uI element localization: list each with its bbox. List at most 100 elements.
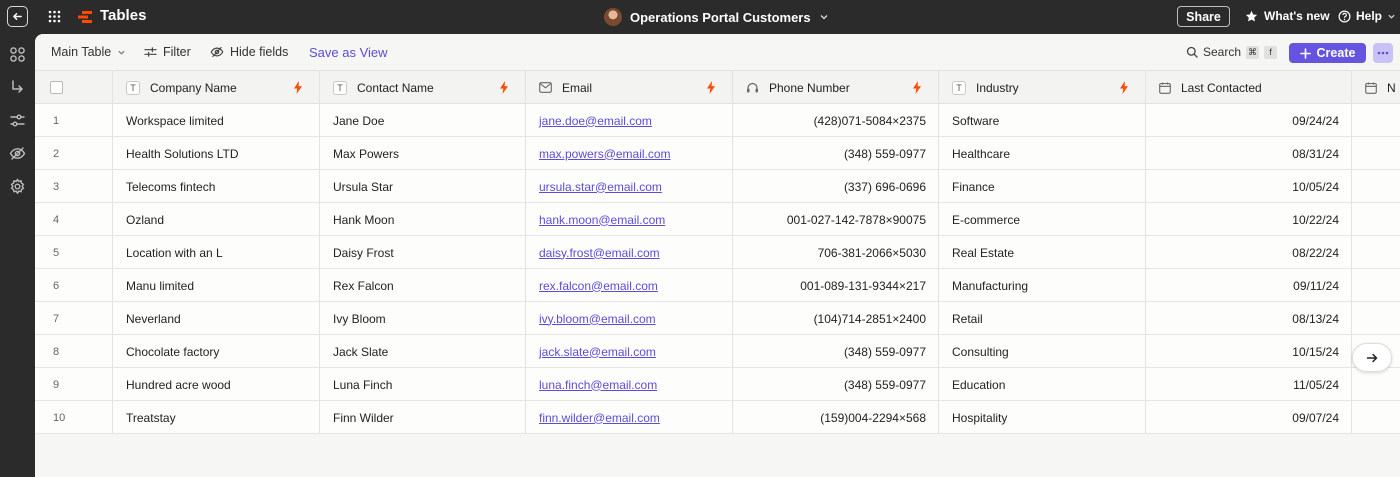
select-all-checkbox[interactable] (50, 81, 63, 94)
table-row[interactable]: 8 Chocolate factory Jack Slate jack.slate@e… (35, 335, 1400, 368)
phone-number-cell[interactable]: (337) 696-0696 (733, 170, 939, 203)
email-cell[interactable]: max.powers@email.com (526, 137, 733, 170)
column-header-industry[interactable]: T Industry (939, 71, 1146, 104)
industry-cell[interactable]: Finance (939, 170, 1146, 203)
email-cell[interactable]: hank.moon@email.com (526, 203, 733, 236)
company-name-cell[interactable]: Telecoms fintech (113, 170, 320, 203)
contact-name-cell[interactable]: Jane Doe (320, 104, 526, 137)
next-column-cell[interactable] (1352, 368, 1400, 401)
column-header-phone-number[interactable]: Phone Number (733, 71, 939, 104)
search-button[interactable]: Search ⌘ f (1186, 45, 1278, 59)
company-name-cell[interactable]: Treatstay (113, 401, 320, 434)
contact-name-cell[interactable]: Ursula Star (320, 170, 526, 203)
back-button[interactable] (7, 6, 28, 27)
email-cell[interactable]: daisy.frost@email.com (526, 236, 733, 269)
industry-cell[interactable]: Manufacturing (939, 269, 1146, 302)
last-contacted-cell[interactable]: 09/24/24 (1146, 104, 1352, 137)
integrations-icon[interactable] (9, 46, 26, 63)
share-button[interactable]: Share (1177, 6, 1230, 27)
company-name-cell[interactable]: Chocolate factory (113, 335, 320, 368)
create-button[interactable]: Create (1289, 43, 1366, 63)
company-name-cell[interactable]: Health Solutions LTD (113, 137, 320, 170)
next-column-cell[interactable] (1352, 401, 1400, 434)
phone-number-cell[interactable]: (104)714-2851×2400 (733, 302, 939, 335)
more-options-button[interactable] (1373, 43, 1393, 63)
table-row[interactable]: 1 Workspace limited Jane Doe jane.doe@email… (35, 104, 1400, 137)
help-button[interactable]: Help (1338, 9, 1396, 23)
contact-name-cell[interactable]: Finn Wilder (320, 401, 526, 434)
last-contacted-cell[interactable]: 08/13/24 (1146, 302, 1352, 335)
industry-cell[interactable]: Healthcare (939, 137, 1146, 170)
contact-name-cell[interactable]: Ivy Bloom (320, 302, 526, 335)
view-selector[interactable]: Main Table (51, 45, 126, 59)
company-name-cell[interactable]: Ozland (113, 203, 320, 236)
phone-number-cell[interactable]: (428)071-5084×2375 (733, 104, 939, 137)
table-row[interactable]: 3 Telecoms fintech Ursula Star ursula.star@… (35, 170, 1400, 203)
last-contacted-cell[interactable]: 08/22/24 (1146, 236, 1352, 269)
app-grid-icon[interactable] (48, 10, 61, 23)
phone-number-cell[interactable]: (348) 559-0977 (733, 137, 939, 170)
company-name-cell[interactable]: Hundred acre wood (113, 368, 320, 401)
email-cell[interactable]: rex.falcon@email.com (526, 269, 733, 302)
scroll-right-button[interactable] (1352, 343, 1392, 372)
next-column-cell[interactable] (1352, 104, 1400, 137)
industry-cell[interactable]: Consulting (939, 335, 1146, 368)
phone-number-cell[interactable]: (159)004-2294×568 (733, 401, 939, 434)
filter-button[interactable]: Filter (144, 45, 191, 59)
email-cell[interactable]: ursula.star@email.com (526, 170, 733, 203)
company-name-cell[interactable]: Manu limited (113, 269, 320, 302)
page-title-menu[interactable]: Operations Portal Customers (604, 5, 829, 29)
industry-cell[interactable]: Real Estate (939, 236, 1146, 269)
email-cell[interactable]: finn.wilder@email.com (526, 401, 733, 434)
contact-name-cell[interactable]: Daisy Frost (320, 236, 526, 269)
email-cell[interactable]: ivy.bloom@email.com (526, 302, 733, 335)
table-row[interactable]: 6 Manu limited Rex Falcon rex.falcon@email.… (35, 269, 1400, 302)
industry-cell[interactable]: E-commerce (939, 203, 1146, 236)
whats-new-button[interactable]: What's new (1245, 9, 1330, 23)
table-row[interactable]: 2 Health Solutions LTD Max Powers max.power… (35, 137, 1400, 170)
industry-cell[interactable]: Retail (939, 302, 1146, 335)
industry-cell[interactable]: Software (939, 104, 1146, 137)
last-contacted-cell[interactable]: 09/07/24 (1146, 401, 1352, 434)
next-column-cell[interactable] (1352, 269, 1400, 302)
phone-number-cell[interactable]: 706-381-2066×5030 (733, 236, 939, 269)
hide-fields-button[interactable]: Hide fields (210, 45, 288, 59)
last-contacted-cell[interactable]: 10/22/24 (1146, 203, 1352, 236)
next-column-cell[interactable] (1352, 302, 1400, 335)
contact-name-cell[interactable]: Max Powers (320, 137, 526, 170)
table-row[interactable]: 4 Ozland Hank Moon hank.moon@email.com 001-0… (35, 203, 1400, 236)
phone-number-cell[interactable]: 001-089-131-9344×217 (733, 269, 939, 302)
email-cell[interactable]: jack.slate@email.com (526, 335, 733, 368)
next-column-cell[interactable] (1352, 170, 1400, 203)
table-row[interactable]: 9 Hundred acre wood Luna Finch luna.finch@e… (35, 368, 1400, 401)
phone-number-cell[interactable]: (348) 559-0977 (733, 335, 939, 368)
company-name-cell[interactable]: Workspace limited (113, 104, 320, 137)
industry-cell[interactable]: Hospitality (939, 401, 1146, 434)
contact-name-cell[interactable]: Rex Falcon (320, 269, 526, 302)
column-header-last-contacted[interactable]: Last Contacted (1146, 71, 1352, 104)
save-as-view-link[interactable]: Save as View (309, 45, 388, 60)
company-name-cell[interactable]: Neverland (113, 302, 320, 335)
table-row[interactable]: 10 Treatstay Finn Wilder finn.wilder@email.… (35, 401, 1400, 434)
contact-name-cell[interactable]: Luna Finch (320, 368, 526, 401)
email-cell[interactable]: luna.finch@email.com (526, 368, 733, 401)
company-name-cell[interactable]: Location with an L (113, 236, 320, 269)
settings-gear-icon[interactable] (9, 178, 26, 195)
column-header-next[interactable]: N (1352, 71, 1400, 104)
phone-number-cell[interactable]: (348) 559-0977 (733, 368, 939, 401)
next-column-cell[interactable] (1352, 236, 1400, 269)
column-header-contact-name[interactable]: T Contact Name (320, 71, 526, 104)
contact-name-cell[interactable]: Hank Moon (320, 203, 526, 236)
next-column-cell[interactable] (1352, 203, 1400, 236)
column-header-email[interactable]: Email (526, 71, 733, 104)
eye-off-icon[interactable] (9, 145, 26, 162)
table-row[interactable]: 5 Location with an L Daisy Frost daisy.fros… (35, 236, 1400, 269)
last-contacted-cell[interactable]: 11/05/24 (1146, 368, 1352, 401)
last-contacted-cell[interactable]: 09/11/24 (1146, 269, 1352, 302)
table-row[interactable]: 7 Neverland Ivy Bloom ivy.bloom@email.com (1… (35, 302, 1400, 335)
contact-name-cell[interactable]: Jack Slate (320, 335, 526, 368)
sliders-icon[interactable] (9, 112, 26, 129)
phone-number-cell[interactable]: 001-027-142-7878×90075 (733, 203, 939, 236)
next-column-cell[interactable] (1352, 137, 1400, 170)
column-header-company-name[interactable]: T Company Name (113, 71, 320, 104)
